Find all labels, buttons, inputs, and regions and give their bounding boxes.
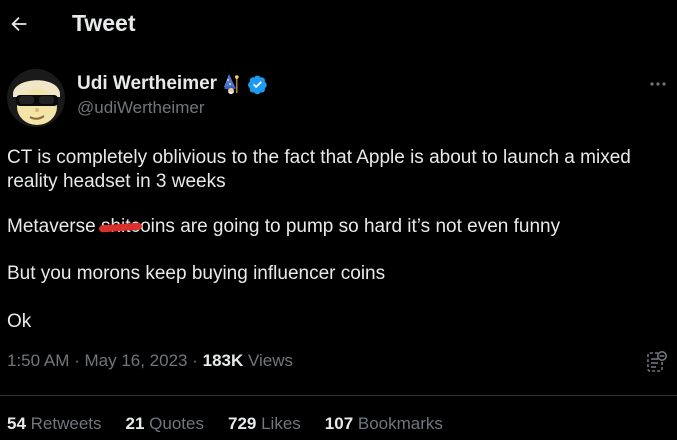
author-info: Udi Wertheimer @udiWertheimer — [77, 72, 268, 118]
avatar[interactable] — [7, 69, 65, 127]
stat-count: 107 — [324, 414, 354, 433]
tweet-date[interactable]: May 16, 2023 — [84, 351, 187, 370]
meta-separator: · — [187, 351, 203, 370]
views-count: 183K — [202, 351, 244, 370]
divider — [0, 395, 677, 396]
stat-count: 729 — [227, 414, 257, 433]
tweet-paragraph: But you morons keep buying influencer co… — [7, 263, 386, 284]
tweet-paragraph: Ok — [7, 311, 32, 332]
engagement-stats: 54 Retweets 21 Quotes 729 Likes 107 Book… — [7, 414, 467, 434]
wizard-emoji-icon — [224, 74, 239, 94]
page-title: Tweet — [72, 10, 136, 36]
tweet-text-fragment: Metaverse — [7, 216, 101, 237]
stat-label: Quotes — [144, 414, 204, 433]
author-name-row: Udi Wertheimer — [77, 72, 268, 96]
stat-label: Retweets — [25, 414, 102, 433]
views-label: Views — [243, 351, 294, 370]
analytics-button[interactable] — [646, 350, 668, 374]
more-horizontal-icon — [650, 82, 666, 86]
stat-label: Likes — [256, 414, 301, 433]
stat-count: 21 — [125, 414, 145, 433]
author-display-name[interactable]: Udi Wertheimer — [77, 73, 217, 95]
meta-separator: · — [69, 351, 85, 370]
verified-badge-icon — [248, 75, 267, 94]
tweet-time[interactable]: 1:50 AM — [7, 351, 69, 370]
tweet-text-fragment: oins are going to pump so hard it’s not … — [140, 216, 561, 237]
quotes-stat[interactable]: 21 Quotes — [126, 414, 204, 434]
avatar-image — [7, 69, 65, 127]
back-button[interactable] — [6, 7, 32, 41]
top-bar: Tweet — [0, 0, 677, 50]
retweets-stat[interactable]: 54 Retweets — [7, 414, 102, 434]
more-options-button[interactable] — [646, 76, 670, 92]
tweet-paragraph: CT is completely oblivious to the fact t… — [7, 147, 631, 192]
arrow-left-icon — [11, 16, 27, 32]
likes-stat[interactable]: 729 Likes — [228, 414, 301, 434]
analytics-icon — [647, 351, 667, 372]
tweet-paragraph: Metaverse shitcoins are going to pump so… — [7, 215, 560, 239]
tweet-metadata: 1:50 AM · May 16, 2023 · 183K Views — [7, 351, 293, 371]
bookmarks-stat[interactable]: 107 Bookmarks — [325, 414, 443, 434]
redacted-word: shitc — [98, 215, 143, 239]
stat-label: Bookmarks — [353, 414, 443, 433]
author-handle[interactable]: @udiWertheimer — [77, 98, 268, 118]
stat-count: 54 — [7, 414, 26, 433]
